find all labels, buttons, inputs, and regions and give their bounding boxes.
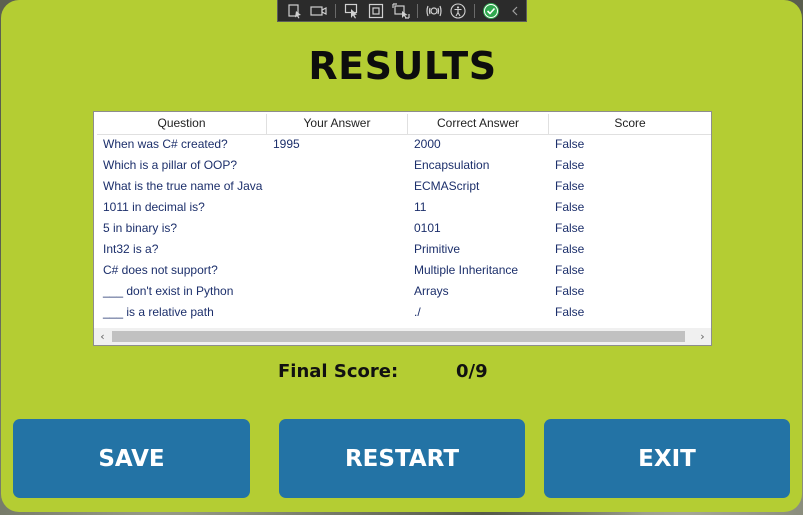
cell-correct-answer: Arrays	[414, 284, 449, 298]
cell-your-answer: 1995	[273, 137, 300, 151]
save-button[interactable]: SAVE	[13, 419, 250, 498]
cell-question: Int32 is a?	[103, 242, 159, 256]
cell-question: What is the true name of Java	[103, 179, 263, 193]
cell-correct-answer: ECMAScript	[414, 179, 480, 193]
table-row[interactable]: 5 in binary is? 0101 False	[97, 218, 711, 239]
table-body: When was C# created? 1995 2000 False Whi…	[97, 134, 711, 323]
cell-question: 5 in binary is?	[103, 221, 178, 235]
table-row[interactable]: C# does not support? Multiple Inheritanc…	[97, 260, 711, 281]
table-row[interactable]: Int32 is a? Primitive False	[97, 239, 711, 260]
cell-question: 1011 in decimal is?	[103, 200, 205, 214]
column-header-correct-answer[interactable]: Correct Answer	[408, 114, 549, 134]
frame-icon[interactable]	[365, 1, 387, 21]
column-header-your-answer[interactable]: Your Answer	[267, 114, 408, 134]
cell-your-answer	[267, 281, 408, 302]
cell-score: False	[555, 284, 585, 298]
cell-score: False	[555, 242, 585, 256]
cell-your-answer	[267, 239, 408, 260]
column-header-score[interactable]: Score	[549, 114, 711, 134]
cell-score: False	[555, 137, 585, 151]
hot-reload-icon[interactable]	[423, 1, 445, 21]
horizontal-scrollbar[interactable]: ‹ ›	[94, 328, 711, 345]
results-window: RESULTS Question Your Answer Correct Ans…	[1, 0, 802, 512]
cell-question: ___ don't exist in Python	[103, 284, 234, 298]
pointer-select-icon[interactable]	[341, 1, 363, 21]
cell-score: False	[555, 263, 585, 277]
cell-correct-answer: ./	[414, 305, 421, 319]
table-row[interactable]: 1011 in decimal is? 11 False	[97, 197, 711, 218]
cell-correct-answer: 2000	[414, 137, 441, 151]
table-row[interactable]: ___ is a relative path ./ False	[97, 302, 711, 323]
table-row[interactable]: Which is a pillar of OOP? Encapsulation …	[97, 155, 711, 176]
select-element-icon[interactable]	[284, 1, 306, 21]
toolbar-divider	[335, 3, 337, 18]
column-header-question[interactable]: Question	[97, 114, 267, 134]
cell-question: C# does not support?	[103, 263, 218, 277]
cell-question: When was C# created?	[103, 137, 228, 151]
cell-your-answer	[267, 260, 408, 281]
table-row[interactable]: What is the true name of Java ECMAScript…	[97, 176, 711, 197]
layout-adorner-icon[interactable]	[389, 1, 411, 21]
final-score-label: Final Score:	[278, 361, 399, 382]
cell-your-answer	[267, 155, 408, 176]
table-header: Question Your Answer Correct Answer Scor…	[97, 114, 711, 135]
cell-correct-answer: 11	[414, 200, 427, 214]
toolbar-divider	[416, 3, 418, 18]
cell-correct-answer: Primitive	[414, 242, 461, 256]
cell-your-answer	[267, 218, 408, 239]
page-title: RESULTS	[308, 44, 497, 88]
scrollbar-thumb[interactable]	[112, 331, 685, 342]
toolbar-divider	[473, 3, 475, 18]
table-row[interactable]: When was C# created? 1995 2000 False	[97, 134, 711, 155]
cell-correct-answer: 0101	[414, 221, 441, 235]
cell-score: False	[555, 221, 585, 235]
cell-question: Which is a pillar of OOP?	[103, 158, 238, 172]
cell-score: False	[555, 158, 585, 172]
cell-question: ___ is a relative path	[103, 305, 214, 319]
cell-score: False	[555, 200, 585, 214]
check-icon[interactable]	[480, 1, 502, 21]
exit-button[interactable]: EXIT	[544, 419, 790, 498]
video-icon[interactable]	[308, 1, 330, 21]
cell-score: False	[555, 179, 585, 193]
results-table[interactable]: Question Your Answer Correct Answer Scor…	[93, 111, 712, 346]
table-row[interactable]: ___ don't exist in Python Arrays False	[97, 281, 711, 302]
cell-correct-answer: Encapsulation	[414, 158, 490, 172]
scroll-left-icon[interactable]: ‹	[94, 328, 111, 345]
cell-your-answer	[267, 302, 408, 323]
cell-your-answer	[267, 197, 408, 218]
scroll-right-icon[interactable]: ›	[694, 328, 711, 345]
restart-button[interactable]: RESTART	[279, 419, 525, 498]
cell-your-answer	[267, 176, 408, 197]
cell-correct-answer: Multiple Inheritance	[414, 263, 519, 277]
debug-toolbar	[277, 0, 527, 22]
collapse-chevron-icon[interactable]	[504, 1, 526, 21]
final-score-value: 0/9	[456, 361, 488, 382]
accessibility-icon[interactable]	[447, 1, 469, 21]
cell-score: False	[555, 305, 585, 319]
